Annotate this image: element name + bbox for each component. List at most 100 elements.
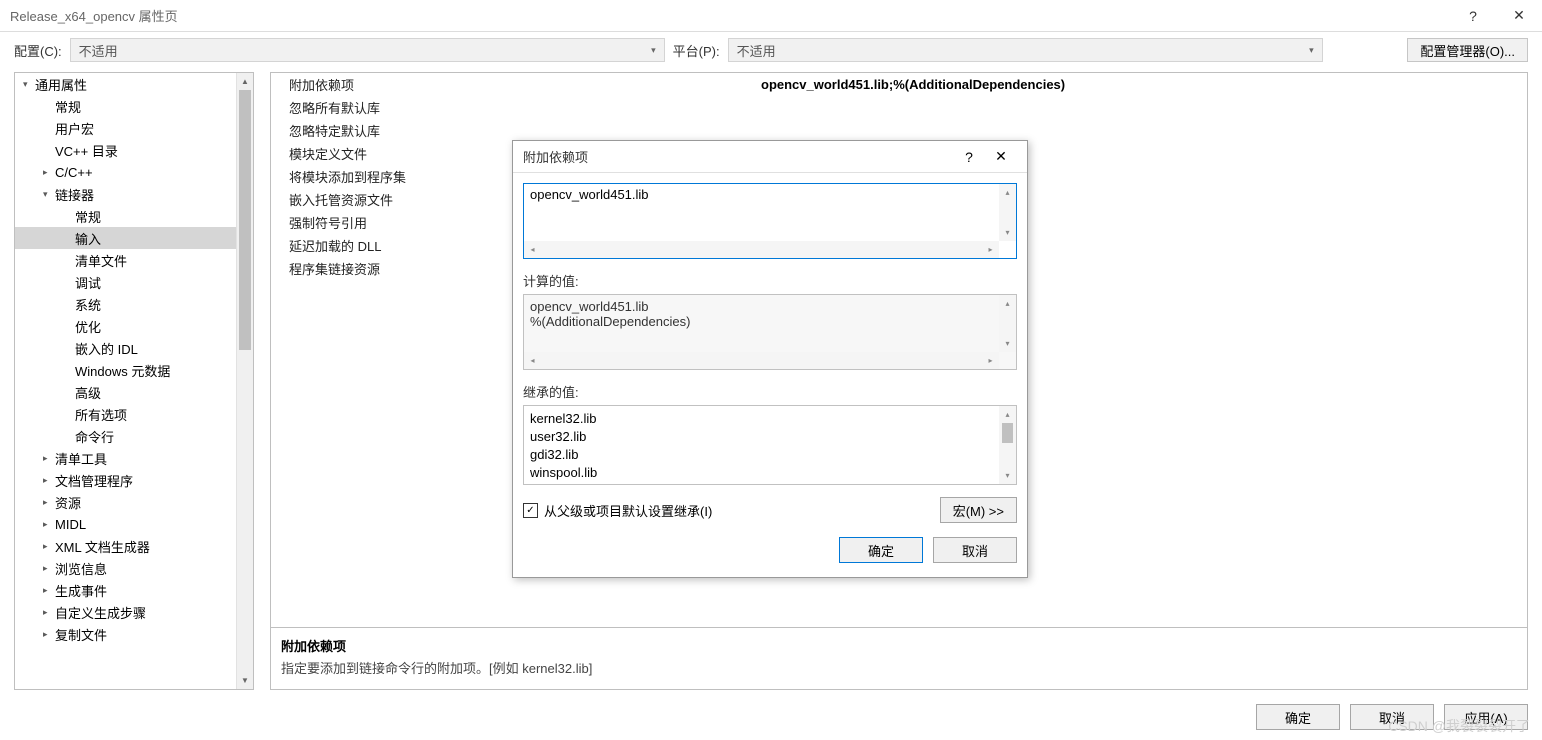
list-item[interactable]: winspool.lib [530, 464, 999, 480]
tree-item-label: XML 文档生成器 [55, 537, 150, 556]
tree-item-label: 所有选项 [75, 405, 127, 424]
scroll-up-icon[interactable]: ▴ [999, 184, 1016, 201]
config-manager-button[interactable]: 配置管理器(O)... [1407, 38, 1528, 62]
tree-item[interactable]: ▸浏览信息 [15, 557, 253, 579]
tree-item[interactable]: 用户宏 [15, 117, 253, 139]
tree-item[interactable]: ▸自定义生成步骤 [15, 601, 253, 623]
deps-edit-box[interactable]: opencv_world451.lib ▴ ▾ ◂ ▸ [523, 183, 1017, 259]
config-label: 配置(C): [14, 41, 62, 60]
tree-item[interactable]: ▸文档管理程序 [15, 469, 253, 491]
tree-item-label: 用户宏 [55, 119, 94, 138]
tree-item[interactable]: 输入 [15, 227, 253, 249]
scroll-down-icon[interactable]: ▾ [999, 335, 1016, 352]
dialog-cancel-button[interactable]: 取消 [933, 537, 1017, 563]
expander-closed-icon[interactable]: ▸ [43, 607, 55, 618]
tree-item[interactable]: ▾通用属性 [15, 73, 253, 95]
expander-open-icon[interactable]: ▾ [23, 79, 35, 90]
tree-item[interactable]: 命令行 [15, 425, 253, 447]
tree-item[interactable]: 清单文件 [15, 249, 253, 271]
tree-item[interactable]: ▾链接器 [15, 183, 253, 205]
edit-hscroll[interactable]: ◂ ▸ [524, 241, 999, 258]
config-select[interactable]: 不适用 ▾ [70, 38, 665, 62]
computed-hscroll[interactable]: ◂ ▸ [524, 352, 999, 369]
platform-label: 平台(P): [673, 41, 720, 60]
scroll-thumb[interactable] [239, 90, 251, 350]
deps-edit-text[interactable]: opencv_world451.lib [530, 187, 999, 241]
expander-closed-icon[interactable]: ▸ [43, 497, 55, 508]
property-row[interactable]: 附加依赖项opencv_world451.lib;%(AdditionalDep… [271, 73, 1527, 96]
expander-closed-icon[interactable]: ▸ [43, 167, 55, 178]
tree-item-label: Windows 元数据 [75, 361, 170, 380]
list-vscroll[interactable]: ▴ ▾ [999, 406, 1016, 484]
tree-item[interactable]: ▸资源 [15, 491, 253, 513]
tree-item[interactable]: ▸清单工具 [15, 447, 253, 469]
property-value[interactable]: opencv_world451.lib;%(AdditionalDependen… [751, 77, 1527, 92]
list-item[interactable]: user32.lib [530, 428, 999, 446]
tree-item[interactable]: ▸MIDL [15, 513, 253, 535]
tree-item[interactable]: 所有选项 [15, 403, 253, 425]
close-button[interactable]: ✕ [1496, 0, 1542, 32]
scroll-up-icon[interactable]: ▲ [237, 73, 253, 90]
tree-item[interactable]: ▸XML 文档生成器 [15, 535, 253, 557]
tree-item[interactable]: ▸C/C++ [15, 161, 253, 183]
tree-item[interactable]: Windows 元数据 [15, 359, 253, 381]
tree-item-label: 调试 [75, 273, 101, 292]
scroll-left-icon[interactable]: ◂ [524, 352, 541, 369]
tree-item[interactable]: ▸生成事件 [15, 579, 253, 601]
tree-item-label: 命令行 [75, 427, 114, 446]
scroll-up-icon[interactable]: ▴ [999, 406, 1016, 423]
inherited-list[interactable]: kernel32.libuser32.libgdi32.libwinspool.… [523, 405, 1017, 485]
tree-item[interactable]: 常规 [15, 205, 253, 227]
expander-closed-icon[interactable]: ▸ [43, 629, 55, 640]
expander-closed-icon[interactable]: ▸ [43, 585, 55, 596]
expander-open-icon[interactable]: ▾ [43, 189, 55, 200]
expander-closed-icon[interactable]: ▸ [43, 475, 55, 486]
scroll-down-icon[interactable]: ▾ [999, 467, 1016, 484]
list-item[interactable]: kernel32.lib [530, 410, 999, 428]
expander-closed-icon[interactable]: ▸ [43, 541, 55, 552]
help-button[interactable]: ? [1450, 0, 1496, 32]
tree-item[interactable]: 常规 [15, 95, 253, 117]
scroll-left-icon[interactable]: ◂ [524, 241, 541, 258]
ok-button[interactable]: 确定 [1256, 704, 1340, 730]
tree-item[interactable]: 系统 [15, 293, 253, 315]
expander-closed-icon[interactable]: ▸ [43, 519, 55, 530]
tree-item-label: 浏览信息 [55, 559, 107, 578]
property-row[interactable]: 忽略所有默认库 [271, 96, 1527, 119]
nav-tree[interactable]: ▾通用属性常规用户宏VC++ 目录▸C/C++▾链接器常规输入清单文件调试系统优… [14, 72, 254, 690]
scroll-down-icon[interactable]: ▾ [999, 224, 1016, 241]
tree-item[interactable]: 优化 [15, 315, 253, 337]
property-row[interactable]: 忽略特定默认库 [271, 119, 1527, 142]
tree-item-label: 链接器 [55, 185, 94, 204]
scroll-down-icon[interactable]: ▼ [237, 672, 253, 689]
dialog-ok-button[interactable]: 确定 [839, 537, 923, 563]
property-name: 附加依赖项 [271, 75, 751, 94]
scroll-thumb[interactable] [1002, 423, 1013, 443]
dialog-help-button[interactable]: ? [953, 143, 985, 171]
platform-select[interactable]: 不适用 ▾ [728, 38, 1323, 62]
list-item[interactable]: gdi32.lib [530, 446, 999, 464]
scroll-right-icon[interactable]: ▸ [982, 241, 999, 258]
edit-vscroll[interactable]: ▴ ▾ [999, 184, 1016, 241]
inherit-checkbox[interactable]: ✓ [523, 503, 538, 518]
config-value: 不适用 [79, 41, 118, 60]
tree-item[interactable]: 嵌入的 IDL [15, 337, 253, 359]
inherit-label: 从父级或项目默认设置继承(I) [544, 501, 712, 520]
tree-item[interactable]: VC++ 目录 [15, 139, 253, 161]
expander-closed-icon[interactable]: ▸ [43, 453, 55, 464]
tree-item[interactable]: ▸复制文件 [15, 623, 253, 645]
tree-item-label: 文档管理程序 [55, 471, 133, 490]
config-bar: 配置(C): 不适用 ▾ 平台(P): 不适用 ▾ 配置管理器(O)... [0, 32, 1542, 68]
computed-vscroll[interactable]: ▴ ▾ [999, 295, 1016, 352]
tree-scrollbar[interactable]: ▲ ▼ [236, 73, 253, 689]
dialog-close-button[interactable]: ✕ [985, 143, 1017, 171]
macro-button[interactable]: 宏(M) >> [940, 497, 1017, 523]
computed-label: 计算的值: [523, 271, 1017, 290]
scroll-right-icon[interactable]: ▸ [982, 352, 999, 369]
expander-closed-icon[interactable]: ▸ [43, 563, 55, 574]
tree-item-label: 常规 [55, 97, 81, 116]
tree-item[interactable]: 调试 [15, 271, 253, 293]
tree-item[interactable]: 高级 [15, 381, 253, 403]
property-name: 忽略所有默认库 [271, 98, 751, 117]
scroll-up-icon[interactable]: ▴ [999, 295, 1016, 312]
